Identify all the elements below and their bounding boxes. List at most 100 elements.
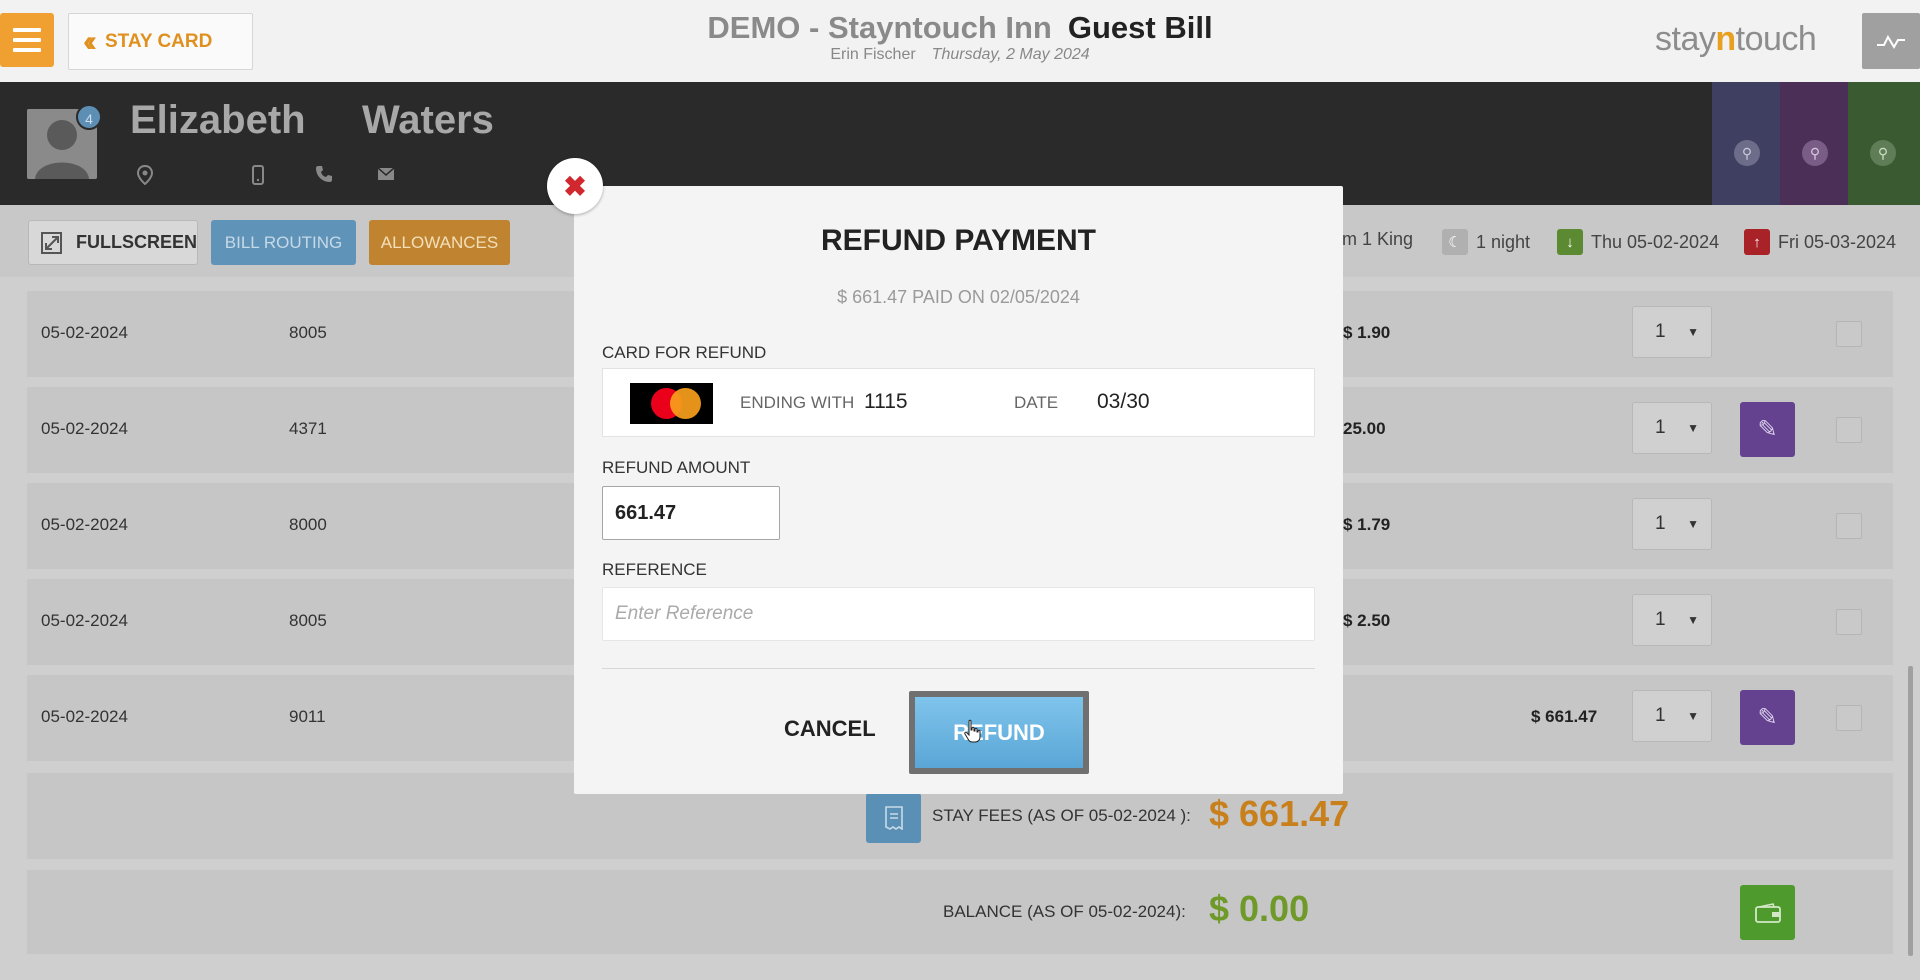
receipt-icon[interactable] (866, 793, 921, 843)
row-amount: $ 1.79 (1343, 515, 1391, 534)
row-date: 05-02-2024 (41, 611, 128, 630)
row-checkbox[interactable] (1836, 705, 1862, 731)
business-date: Thursday, 2 May 2024 (931, 46, 1090, 63)
refund-button[interactable]: REFUND (909, 691, 1089, 774)
arrow-up-icon: ↑ (1744, 229, 1770, 255)
bill-routing-button[interactable]: BILL ROUTING (211, 220, 356, 265)
card-summary[interactable]: ENDING WITH 1115 DATE 03/30 (602, 368, 1315, 437)
phone-icon[interactable] (315, 165, 333, 188)
menu-button[interactable] (0, 13, 54, 67)
guest-last-name: Waters (362, 98, 494, 142)
fullscreen-button[interactable]: FULLSCREEN (28, 220, 198, 265)
row-code: 9011 (289, 707, 326, 726)
divider (602, 668, 1315, 669)
moon-icon: ☾ (1442, 229, 1468, 255)
page-heading: DEMO - Stayntouch Inn Guest Bill Erin Fis… (600, 10, 1320, 64)
row-amount: $ 2.50 (1343, 611, 1391, 630)
caret-down-icon: ▼ (1687, 325, 1699, 339)
row-amount: 25.00 (1343, 419, 1386, 438)
row-amount: $ 661.47 (1531, 707, 1598, 726)
pencil-icon: ✎ (1757, 416, 1778, 443)
caret-down-icon: ▼ (1687, 613, 1699, 627)
modal-subtitle: $ 661.47 PAID ON 02/05/2024 (837, 287, 1080, 307)
row-checkbox[interactable] (1836, 321, 1862, 347)
close-button[interactable]: ✖ (547, 158, 603, 214)
allowances-button[interactable]: ALLOWANCES (369, 220, 510, 265)
tab-hotel-search[interactable]: ⚲ (1712, 82, 1780, 205)
row-date: 05-02-2024 (41, 707, 128, 726)
room-type: m 1 King (1342, 229, 1414, 249)
refund-amount-input[interactable] (602, 486, 780, 540)
quantity-select[interactable]: 1 ▼ (1632, 498, 1712, 550)
quantity-select[interactable]: 1 ▼ (1632, 306, 1712, 358)
quantity-select[interactable]: 1 ▼ (1632, 594, 1712, 646)
row-date: 05-02-2024 (41, 515, 128, 534)
hand-cursor-icon (964, 719, 981, 743)
card-for-refund-label: CARD FOR REFUND (602, 343, 767, 362)
top-header: ‹‹ STAY CARD DEMO - Stayntouch Inn Guest … (0, 0, 1920, 82)
row-date: 05-02-2024 (41, 419, 128, 438)
reference-input[interactable] (602, 587, 1315, 641)
guest-first-name: Elizabeth (130, 98, 306, 142)
ending-with-label: ENDING WITH (740, 393, 855, 412)
double-chevron-left-icon: ‹‹ (83, 24, 97, 58)
departure-date: ↑ Fri 05-03-2024 (1744, 229, 1896, 255)
hotel-name: DEMO - Stayntouch Inn (707, 10, 1052, 45)
row-code: 4371 (289, 419, 327, 438)
row-checkbox[interactable] (1836, 513, 1862, 539)
page-title: Guest Bill (1067, 10, 1213, 45)
edit-button[interactable]: ✎ (1740, 690, 1795, 745)
card-ending-value: 1115 (864, 390, 908, 413)
tab-group-search[interactable]: ⚲ (1848, 82, 1920, 205)
caret-down-icon: ▼ (1687, 421, 1699, 435)
cancel-button[interactable]: CANCEL (784, 716, 876, 742)
nights-info: ☾ 1 night (1442, 229, 1530, 255)
email-icon[interactable] (377, 165, 395, 186)
search-icon: ⚲ (1734, 140, 1760, 166)
hamburger-icon (13, 28, 41, 32)
row-date: 05-02-2024 (41, 323, 128, 342)
tab-web-search[interactable]: ⚲ (1780, 82, 1848, 205)
search-icon: ⚲ (1870, 140, 1896, 166)
pencil-icon: ✎ (1757, 704, 1778, 731)
balance-value: $ 0.00 (1209, 888, 1310, 929)
row-checkbox[interactable] (1836, 417, 1862, 443)
stay-card-button[interactable]: ‹‹ STAY CARD (68, 13, 253, 70)
arrival-date: ↓ Thu 05-02-2024 (1557, 229, 1719, 255)
graph-icon (1877, 34, 1905, 49)
wallet-icon (1754, 902, 1781, 923)
stay-card-label: STAY CARD (104, 30, 213, 52)
row-code: 8005 (289, 611, 327, 630)
graph-button[interactable] (1862, 13, 1920, 69)
caret-down-icon: ▼ (1687, 709, 1699, 723)
refund-payment-modal: REFUND PAYMENT $ 661.47 PAID ON 02/05/20… (574, 186, 1343, 794)
location-pin-icon[interactable] (136, 164, 154, 190)
quantity-select[interactable]: 1 ▼ (1632, 402, 1712, 454)
row-code: 8005 (289, 323, 327, 342)
refund-amount-label: REFUND AMOUNT (602, 458, 751, 477)
wallet-button[interactable] (1740, 885, 1795, 940)
edit-button[interactable]: ✎ (1740, 402, 1795, 457)
row-amount: $ 1.90 (1343, 323, 1391, 342)
modal-title: REFUND PAYMENT (820, 224, 1097, 257)
notification-badge: 4 (76, 104, 102, 130)
reference-label: REFERENCE (602, 560, 707, 579)
scrollbar[interactable] (1908, 666, 1913, 956)
caret-down-icon: ▼ (1687, 517, 1699, 531)
quantity-select[interactable]: 1 ▼ (1632, 690, 1712, 742)
row-code: 8000 (289, 515, 327, 534)
row-checkbox[interactable] (1836, 609, 1862, 635)
arrow-down-icon: ↓ (1557, 229, 1583, 255)
balance-row: BALANCE (AS OF 05-02-2024): $ 0.00 (27, 870, 1893, 954)
card-date-value: 03/30 (1097, 390, 1150, 413)
card-date-label: DATE (1014, 393, 1059, 412)
balance-label: BALANCE (AS OF 05-02-2024): (943, 902, 1186, 921)
mastercard-icon (630, 383, 713, 424)
search-icon: ⚲ (1802, 140, 1828, 166)
stayntouch-logo: stayntouch (1655, 20, 1817, 58)
stay-fees-label: STAY FEES (AS OF 05-02-2024 ): (932, 806, 1191, 825)
fullscreen-label: FULLSCREEN (76, 232, 197, 252)
user-name: Erin Fischer (830, 46, 916, 63)
expand-icon (41, 231, 62, 254)
mobile-icon[interactable] (252, 165, 264, 190)
